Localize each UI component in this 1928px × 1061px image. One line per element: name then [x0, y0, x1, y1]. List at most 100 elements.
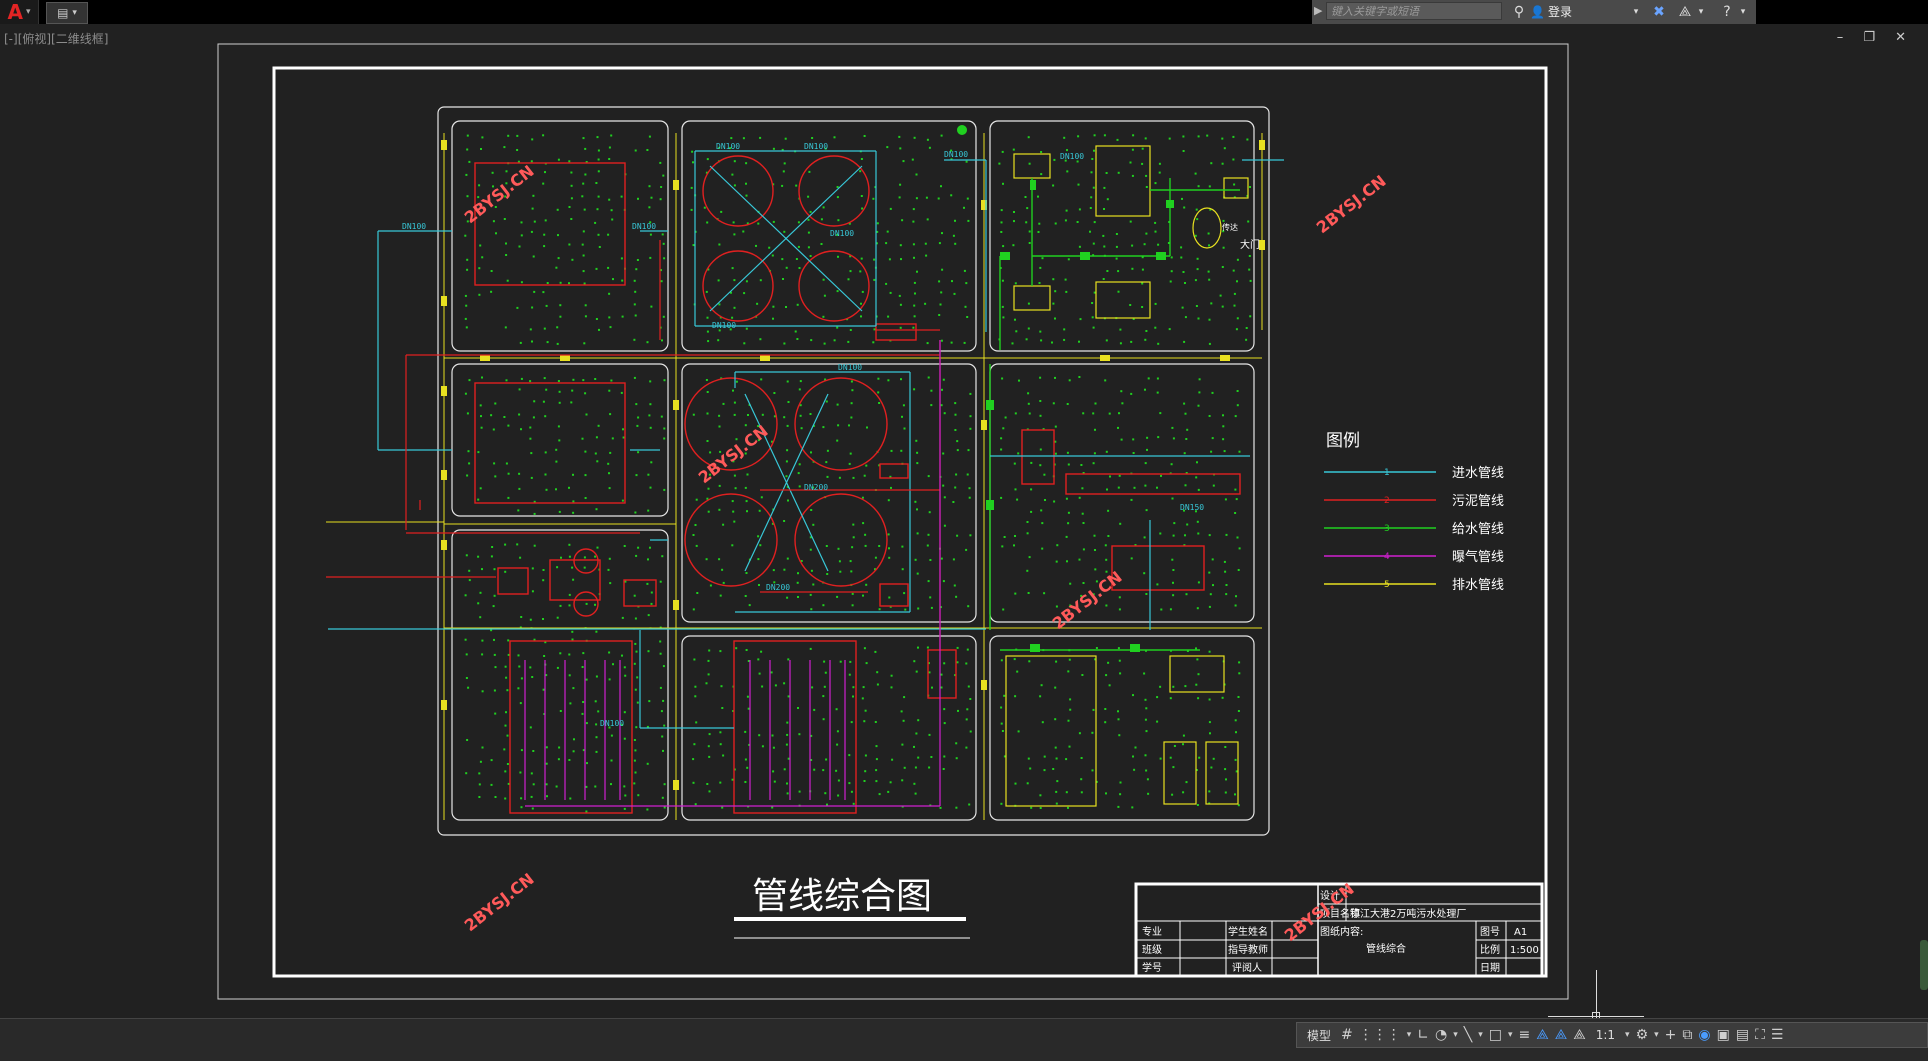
yellow-emblem [1192, 207, 1222, 249]
menu-icon[interactable]: ☰ [1771, 1027, 1784, 1043]
object-snap-icon[interactable]: □ [1489, 1027, 1502, 1043]
clarifier [684, 493, 778, 587]
tb-reviewer-label: 评阅人 [1232, 961, 1262, 974]
tb-scale-label: 比例 [1480, 943, 1500, 956]
hardware-acceleration-icon[interactable]: ◉ [1698, 1027, 1710, 1043]
clarifier [794, 377, 888, 471]
chevron-down-icon[interactable]: ▾ [1407, 1030, 1412, 1040]
gate-label: 大门 [1240, 238, 1260, 251]
snap-icon[interactable]: ⋮⋮⋮ [1359, 1027, 1401, 1043]
small-structure [879, 463, 909, 479]
pipe-label: DN100 [1060, 152, 1084, 161]
scroll-handle[interactable] [1920, 940, 1928, 990]
auto-scale-icon[interactable]: ⟁ [1555, 1027, 1568, 1043]
block-top-center [681, 120, 977, 352]
pipe-label: DN150 [1180, 503, 1204, 512]
chevron-down-icon[interactable]: ▾ [1508, 1030, 1513, 1040]
block-top-right [989, 120, 1255, 352]
status-bar-tools: 模型 # ⋮⋮⋮ ▾ ∟ ◔ ▾ ╲ ▾ □ ▾ ≡ ⟁ ⟁ ⟁ 1:1 ▾ ⚙… [1296, 1022, 1928, 1048]
pipe-label: DN200 [804, 483, 828, 492]
lineweight-icon[interactable]: ≡ [1519, 1027, 1531, 1043]
pipe-label: DN100 [712, 321, 736, 330]
fullscreen-icon[interactable]: ⛶ [1755, 1027, 1765, 1043]
watermark: 2BYSJ.CN [461, 869, 538, 935]
block-bottom-right [989, 635, 1255, 821]
tb-drawing-no-value: A1 [1514, 927, 1527, 938]
object-snap-tracking-icon[interactable]: ╲ [1464, 1027, 1472, 1043]
annotation-visibility-icon[interactable]: ⟁ [1536, 1027, 1549, 1043]
tb-drawing-no-label: 图号 [1480, 926, 1500, 938]
tb-class-label: 班级 [1142, 944, 1162, 956]
isolate-objects-icon[interactable]: ⧉ [1682, 1027, 1692, 1043]
legend-number: 3 [1384, 524, 1390, 534]
pipe-label: DN100 [830, 229, 854, 238]
legend-label: 曝气管线 [1452, 549, 1504, 565]
legend-label: 排水管线 [1452, 578, 1504, 593]
pipe-label: DN100 [402, 222, 426, 231]
tb-project-value: 镇江大港2万吨污水处理厂 [1350, 907, 1466, 920]
yellow-building [1013, 285, 1051, 311]
equipment-box [1021, 429, 1055, 485]
red-structures [474, 155, 1241, 814]
yellow-building [1095, 281, 1151, 319]
yellow-building [1169, 655, 1225, 693]
plus-icon[interactable]: + [1665, 1027, 1677, 1043]
block-bottom-left [451, 529, 669, 821]
equipment-row [1065, 473, 1241, 495]
tb-id-label: 学号 [1142, 961, 1162, 974]
site-blocks [451, 120, 1255, 821]
chevron-down-icon[interactable]: ▾ [1654, 1030, 1659, 1040]
tb-date-label: 日期 [1480, 962, 1500, 974]
legend: 1 进水管线 2 污泥管线 3 给水管线 4 曝气管线 5 排水管线 [1324, 466, 1504, 593]
pipe-label: DN100 [600, 719, 624, 728]
clean-screen-icon[interactable]: ▣ [1717, 1027, 1730, 1043]
equipment-box [875, 323, 917, 341]
pipe-label: DN100 [944, 150, 968, 159]
watermark: 2BYSJ.CN [461, 161, 538, 227]
pipe-label: DN100 [632, 222, 656, 231]
legend-label: 给水管线 [1452, 522, 1504, 537]
small-structure [879, 583, 909, 607]
drawing-title: 管线综合图 [752, 876, 932, 917]
quick-properties-icon[interactable]: ▤ [1736, 1027, 1749, 1043]
legend-label: 污泥管线 [1452, 494, 1504, 509]
equipment-circle [573, 548, 599, 574]
pipe-label: DN100 [804, 142, 828, 151]
sludge-lines [326, 240, 941, 650]
ortho-icon[interactable]: ∟ [1417, 1027, 1429, 1043]
pipe-labels: DN100 DN100 DN100 DN100 DN100 DN100 DN10… [402, 142, 1204, 728]
building-mid-left [474, 382, 626, 504]
yellow-structures [1005, 145, 1249, 807]
gear-icon[interactable]: ⚙ [1636, 1027, 1649, 1043]
equipment-box [497, 567, 529, 595]
chevron-down-icon[interactable]: ▾ [1625, 1030, 1630, 1040]
building-top-left [474, 162, 626, 286]
grid-icon[interactable]: # [1341, 1027, 1353, 1043]
polar-tracking-icon[interactable]: ◔ [1435, 1027, 1447, 1043]
watermark: 2BYSJ.CN [695, 421, 772, 487]
tb-student-label: 学生姓名 [1228, 925, 1268, 938]
tb-major-label: 专业 [1142, 925, 1162, 938]
annotation-scale-value[interactable]: 1:1 [1592, 1028, 1619, 1042]
chevron-down-icon[interactable]: ▾ [1478, 1030, 1483, 1040]
legend-number: 5 [1384, 580, 1390, 590]
tb-scale-value: 1:500 [1510, 945, 1539, 956]
chevron-down-icon[interactable]: ▾ [1453, 1030, 1458, 1040]
block-mid-center [681, 363, 977, 623]
watermark: 2BYSJ.CN [1049, 567, 1126, 633]
annotation-scale-icon[interactable]: ⟁ [1573, 1027, 1586, 1043]
legend-heading: 图例 [1326, 431, 1360, 451]
basketball-court [1205, 741, 1239, 805]
tb-content-value: 管线综合 [1366, 942, 1406, 955]
watermark: 2BYSJ.CN [1313, 171, 1390, 237]
model-space-button[interactable]: 模型 [1303, 1027, 1335, 1044]
yellow-building [1095, 145, 1151, 217]
pipe-label: DN100 [716, 142, 740, 151]
aeration-tank-right [733, 640, 857, 814]
legend-number: 1 [1384, 468, 1390, 478]
cursor-crosshair-vertical [1596, 970, 1597, 1018]
tb-advisor-label: 指导教师 [1228, 943, 1268, 956]
pipe-label: DN100 [838, 363, 862, 372]
pipe-label: DN200 [766, 583, 790, 592]
drawing-canvas[interactable]: DN100 DN100 DN100 DN100 DN100 DN100 DN10… [0, 0, 1928, 1060]
